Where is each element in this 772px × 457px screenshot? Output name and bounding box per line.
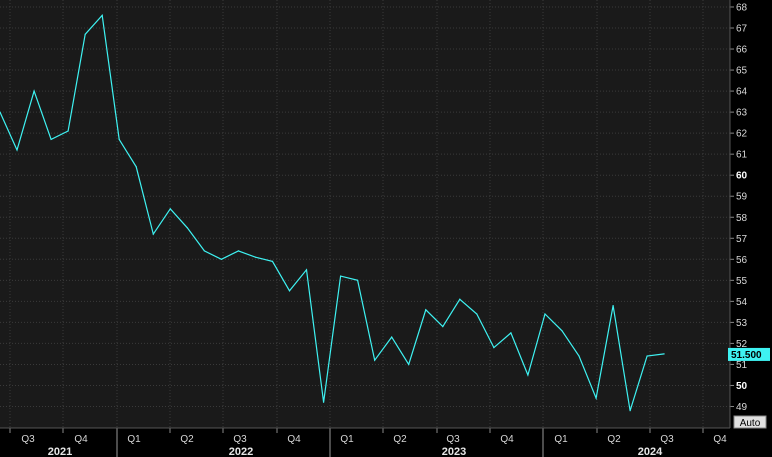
data-point bbox=[50, 138, 52, 141]
data-point bbox=[663, 353, 665, 355]
y-tick-label: 63 bbox=[736, 108, 748, 119]
data-point bbox=[169, 208, 171, 210]
x-quarter-label: Q1 bbox=[554, 434, 568, 445]
data-point bbox=[322, 401, 325, 403]
data-point bbox=[271, 260, 274, 263]
data-point bbox=[305, 269, 308, 271]
data-point bbox=[203, 250, 205, 252]
x-quarter-label: Q4 bbox=[74, 434, 88, 445]
y-tick-label: 53 bbox=[736, 318, 748, 329]
x-year-label: 2022 bbox=[229, 446, 253, 457]
x-quarter-label: Q4 bbox=[287, 434, 301, 445]
y-tick-label: 50 bbox=[736, 381, 748, 392]
data-point bbox=[612, 304, 614, 307]
auto-scale-button-label: Auto bbox=[740, 418, 761, 429]
x-quarter-label: Q2 bbox=[180, 434, 194, 445]
x-year-label: 2024 bbox=[638, 446, 663, 457]
x-quarter-label: Q3 bbox=[446, 434, 460, 445]
data-point bbox=[442, 325, 444, 328]
y-tick-label: 68 bbox=[736, 2, 748, 13]
data-point bbox=[186, 227, 188, 229]
x-quarter-label: Q4 bbox=[500, 434, 514, 445]
data-point bbox=[118, 138, 120, 141]
data-point bbox=[84, 33, 86, 35]
y-tick-label: 49 bbox=[736, 402, 748, 413]
x-quarter-label: Q3 bbox=[21, 434, 35, 445]
x-quarter-label: Q2 bbox=[393, 434, 407, 445]
plot-area bbox=[0, 0, 730, 428]
data-point bbox=[646, 355, 648, 357]
data-point bbox=[357, 279, 359, 281]
x-quarter-label: Q2 bbox=[607, 434, 621, 445]
data-point bbox=[425, 309, 427, 311]
y-tick-label: 51 bbox=[736, 360, 748, 371]
x-quarter-label: Q4 bbox=[713, 434, 727, 445]
y-tick-label: 54 bbox=[736, 297, 748, 308]
x-quarter-label: Q1 bbox=[340, 434, 354, 445]
auto-scale-button[interactable]: Auto bbox=[733, 415, 767, 429]
data-point bbox=[135, 166, 137, 168]
y-tick-label: 60 bbox=[736, 171, 748, 182]
data-point bbox=[67, 130, 69, 132]
data-point bbox=[340, 275, 342, 277]
x-quarter-label: Q3 bbox=[660, 434, 674, 445]
data-point bbox=[408, 363, 410, 366]
data-point bbox=[476, 313, 478, 315]
data-point bbox=[374, 359, 376, 361]
y-tick-label: 57 bbox=[736, 234, 748, 245]
y-tick-label: 62 bbox=[736, 129, 748, 140]
data-point bbox=[288, 290, 291, 292]
data-point bbox=[561, 330, 563, 332]
data-point bbox=[101, 14, 103, 16]
data-point bbox=[510, 332, 512, 334]
data-point bbox=[152, 233, 154, 235]
data-point bbox=[16, 149, 18, 151]
data-point bbox=[595, 397, 597, 399]
data-point bbox=[493, 347, 495, 349]
data-point bbox=[629, 410, 631, 412]
x-quarter-label: Q3 bbox=[233, 434, 247, 445]
y-tick-label: 56 bbox=[736, 255, 748, 266]
y-tick-label: 65 bbox=[736, 66, 748, 77]
y-tick-label: 55 bbox=[736, 276, 748, 287]
y-tick-label: 61 bbox=[736, 150, 748, 161]
data-point bbox=[391, 336, 393, 338]
x-quarter-label: Q1 bbox=[127, 434, 141, 445]
data-point bbox=[544, 313, 546, 315]
x-year-label: 2021 bbox=[48, 446, 72, 457]
last-value-label: 51.500 bbox=[731, 350, 762, 361]
x-year-label: 2023 bbox=[442, 446, 466, 457]
y-tick-label: 59 bbox=[736, 192, 748, 203]
data-point bbox=[527, 374, 529, 376]
data-point bbox=[459, 298, 461, 300]
y-tick-label: 66 bbox=[736, 45, 748, 56]
data-point bbox=[254, 256, 257, 258]
line-chart: 4950515253545556575859606162636465666768… bbox=[0, 0, 772, 457]
y-tick-label: 64 bbox=[736, 87, 748, 98]
y-tick-label: 67 bbox=[736, 24, 748, 35]
data-point bbox=[33, 90, 35, 92]
data-point bbox=[578, 355, 580, 357]
data-point bbox=[220, 258, 222, 260]
y-tick-label: 58 bbox=[736, 213, 748, 224]
data-point bbox=[237, 250, 240, 252]
